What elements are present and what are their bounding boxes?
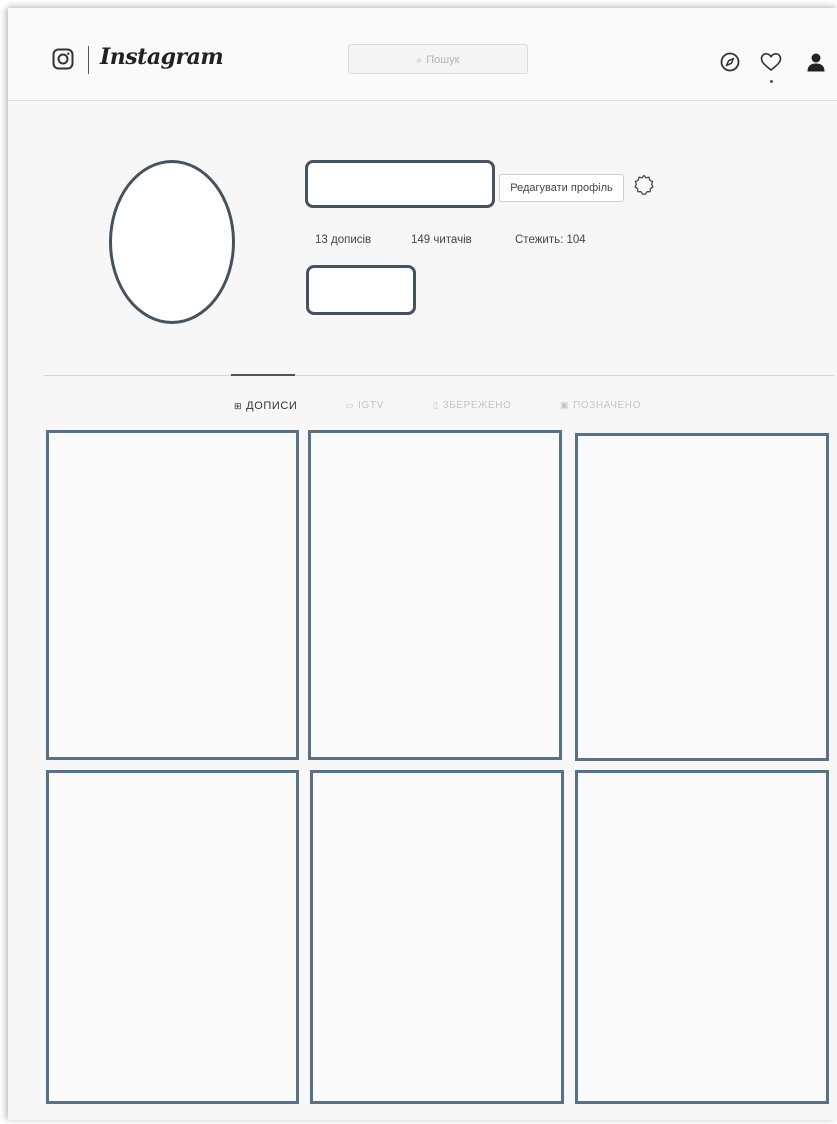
post-thumbnail[interactable] <box>46 430 299 760</box>
username-placeholder-box <box>305 160 495 208</box>
tab-posts[interactable]: ⊞ ДОПИСИ <box>234 400 297 412</box>
profile-page: Instagram ⌕ Пошук Редагувати профіль 13 д… <box>8 8 837 1120</box>
search-input[interactable]: ⌕ Пошук <box>348 44 528 74</box>
heart-icon[interactable] <box>760 52 782 72</box>
brand-wordmark[interactable]: Instagram <box>100 44 224 70</box>
edit-profile-button[interactable]: Редагувати профіль <box>499 174 624 202</box>
tag-icon: ▣ <box>560 400 570 410</box>
person-icon[interactable] <box>806 52 826 72</box>
tab-saved[interactable]: ▯ ЗБЕРЕЖЕНО <box>433 400 511 411</box>
activity-indicator-dot <box>770 80 773 83</box>
tab-igtv[interactable]: ▭ IGTV <box>345 400 384 411</box>
tab-tagged-label: ПОЗНАЧЕНО <box>573 400 641 411</box>
posts-count: 13 дописів <box>315 234 372 246</box>
compass-icon[interactable] <box>720 52 740 72</box>
logo-divider <box>88 46 89 74</box>
following-count[interactable]: Стежить: 104 <box>515 234 586 246</box>
settings-gear-icon[interactable] <box>632 173 656 197</box>
tabs-divider <box>44 375 834 376</box>
instagram-logo-icon[interactable] <box>52 48 74 70</box>
igtv-icon: ▭ <box>345 400 355 410</box>
search-icon: ⌕ <box>416 55 423 66</box>
tab-igtv-label: IGTV <box>358 400 384 411</box>
post-thumbnail[interactable] <box>310 770 564 1104</box>
bookmark-icon: ▯ <box>433 400 439 410</box>
post-thumbnail[interactable] <box>575 433 829 761</box>
active-tab-indicator <box>231 374 295 376</box>
tab-posts-label: ДОПИСИ <box>246 400 298 412</box>
post-thumbnail[interactable] <box>46 770 299 1104</box>
post-thumbnail[interactable] <box>308 430 562 760</box>
top-navigation-bar: Instagram ⌕ Пошук <box>8 8 837 101</box>
post-thumbnail[interactable] <box>575 770 829 1104</box>
full-name-placeholder-box <box>306 265 416 315</box>
grid-icon: ⊞ <box>234 401 243 411</box>
tab-tagged[interactable]: ▣ ПОЗНАЧЕНО <box>560 400 641 411</box>
search-placeholder: Пошук <box>426 54 460 66</box>
tab-saved-label: ЗБЕРЕЖЕНО <box>442 400 512 411</box>
profile-avatar[interactable] <box>109 160 235 324</box>
followers-count[interactable]: 149 читачів <box>411 234 472 246</box>
